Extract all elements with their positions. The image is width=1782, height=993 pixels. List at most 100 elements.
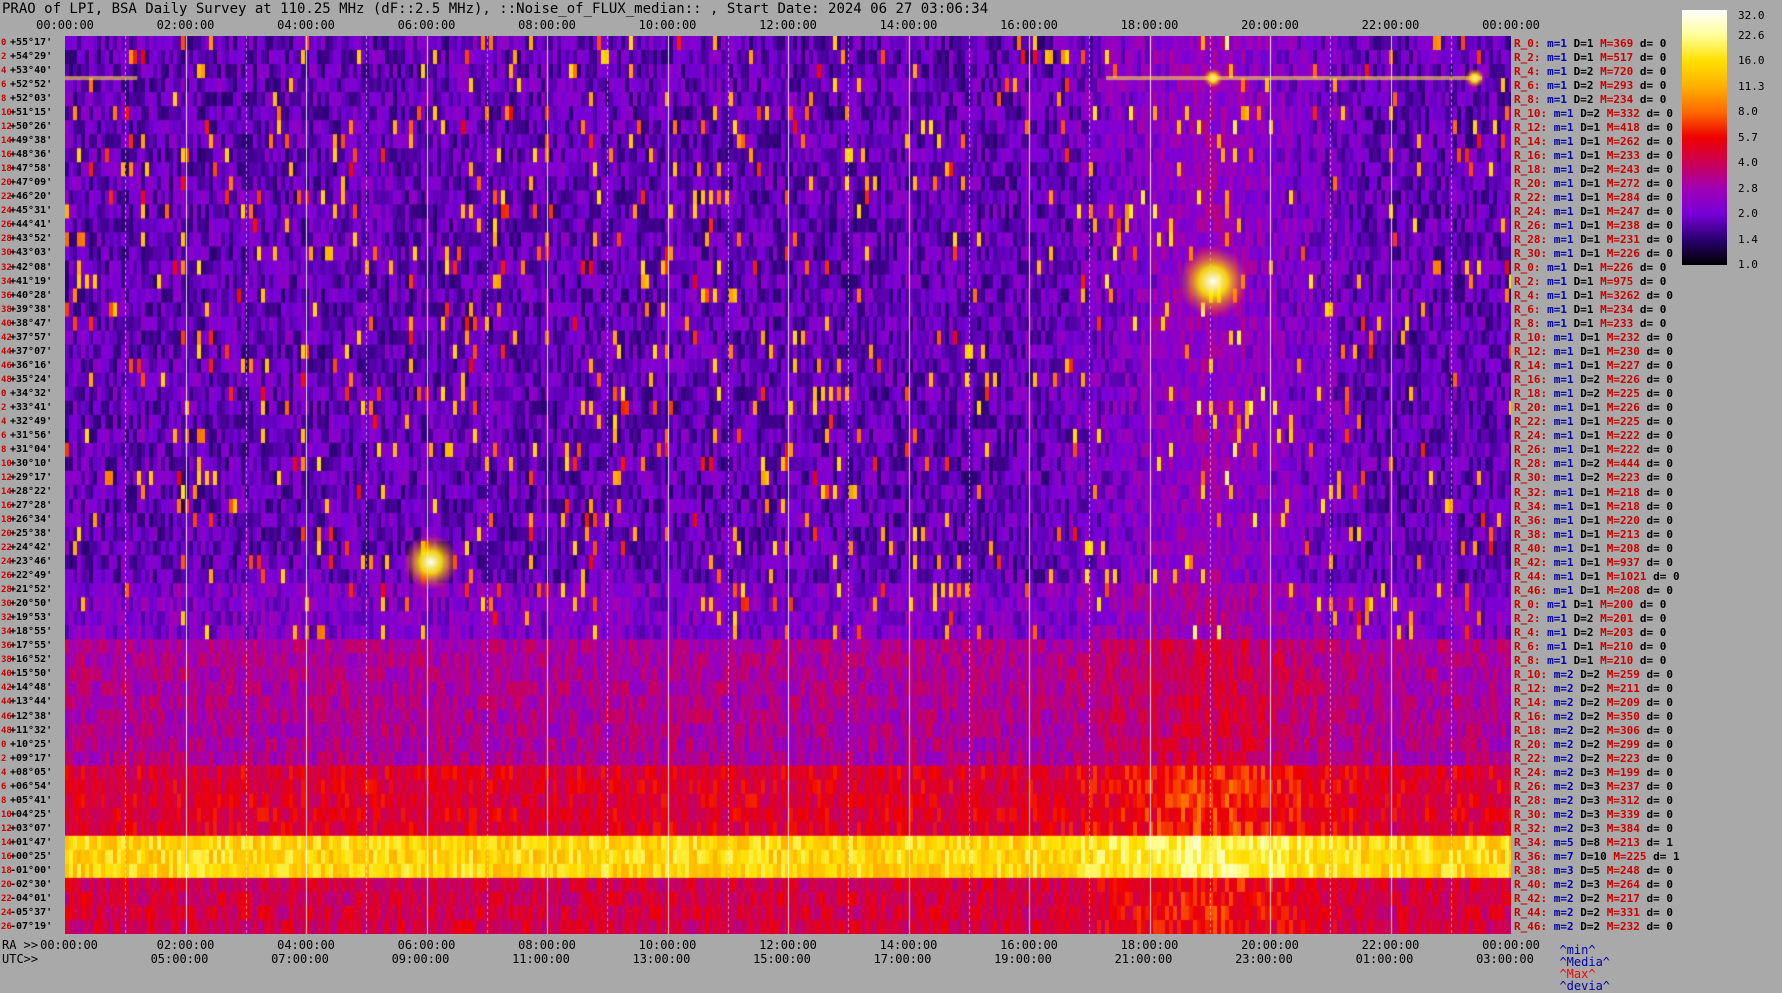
declination-label: 26 +44°41' <box>1 220 52 231</box>
beam-stat-M: M=217 <box>1606 892 1640 906</box>
beam-stat-D: D=1 <box>1580 541 1601 555</box>
utc-bottom-tick: 19:00:00 <box>994 952 1052 966</box>
beam-stat-d: d= 0 <box>1646 583 1674 597</box>
beam-stat-r: R_14: <box>1514 359 1548 373</box>
beam-stat-d: d= 0 <box>1646 429 1674 443</box>
beam-stat-r: R_22: <box>1514 190 1548 204</box>
utc-bottom-tick: 23:00:00 <box>1235 952 1293 966</box>
declination-label: 46 +12°38' <box>1 711 52 722</box>
row-index: 16 <box>1 501 12 512</box>
beam-stat-d: d= 0 <box>1646 794 1674 808</box>
beam-stat-r: R_22: <box>1514 752 1548 766</box>
beam-stat-m: m=2 <box>1553 766 1574 780</box>
declination-value: +15°50' <box>10 668 53 680</box>
beam-stat-row: R_22: m=1 D=1 M=284 d= 0 <box>1514 192 1673 203</box>
row-index: 34 <box>1 276 12 287</box>
declination-value: +47°09' <box>10 177 53 189</box>
beam-stat-M: M=225 <box>1606 387 1640 401</box>
beam-stat-row: R_2: m=1 D=1 M=517 d= 0 <box>1514 52 1666 63</box>
beam-stat-D: D=1 <box>1580 429 1601 443</box>
beam-stat-M: M=517 <box>1600 50 1634 64</box>
declination-value: +52°03' <box>10 93 53 105</box>
row-index: 46 <box>1 360 12 371</box>
ra-top-tick: 08:00:00 <box>518 18 576 32</box>
beam-stat-D: D=1 <box>1580 499 1601 513</box>
beam-stat-m: m=1 <box>1553 162 1574 176</box>
beam-stat-D: D=1 <box>1580 569 1601 583</box>
beam-stat-M: M=227 <box>1606 359 1640 373</box>
beam-stat-m: m=1 <box>1553 429 1574 443</box>
beam-stat-m: m=1 <box>1553 190 1574 204</box>
beam-stat-d: d= 0 <box>1646 246 1674 260</box>
beam-stat-M: M=306 <box>1606 724 1640 738</box>
ra-top-tick: 12:00:00 <box>759 18 817 32</box>
declination-label: 2 +54°29' <box>1 51 53 63</box>
beam-stat-M: M=232 <box>1606 331 1640 345</box>
row-index: 10 <box>1 809 12 820</box>
beam-stat-r: R_2: <box>1514 50 1541 64</box>
declination-label: 48 +11°32' <box>1 725 52 736</box>
declination-value: +24°42' <box>10 542 53 554</box>
utc-bottom-tick: 15:00:00 <box>753 952 811 966</box>
beam-stat-D: D=1 <box>1580 190 1601 204</box>
beam-stat-D: D=1 <box>1580 204 1601 218</box>
colorbar-tick: 2.0 <box>1738 207 1758 220</box>
beam-stat-M: M=238 <box>1606 218 1640 232</box>
declination-label: 24 +45°31' <box>1 206 52 217</box>
beam-stat-m: m=1 <box>1547 653 1567 667</box>
colorbar-tick: 22.6 <box>1738 28 1765 42</box>
declination-value: +20°50' <box>10 598 53 610</box>
beam-stat-D: D=1 <box>1580 513 1601 527</box>
beam-stat-m: m=1 <box>1547 611 1567 625</box>
row-index: 4 <box>1 416 7 427</box>
declination-label: 16 +48°36' <box>1 150 52 161</box>
beam-stat-r: R_14: <box>1514 134 1548 148</box>
ra-top-tick: 20:00:00 <box>1241 18 1299 32</box>
declination-label: 26 -07°19' <box>1 921 52 932</box>
declination-label: 0 +55°17' <box>1 38 52 49</box>
beam-stat-m: m=2 <box>1553 906 1574 920</box>
beam-stat-r: R_22: <box>1514 415 1548 429</box>
declination-value: +29°17' <box>10 471 53 483</box>
declination-label: 38 +39°38' <box>1 303 53 315</box>
declination-value: +39°38' <box>10 303 53 315</box>
beam-stat-d: d= 0 <box>1646 710 1674 724</box>
beam-stat-row: R_40: m=1 D=1 M=208 d= 0 <box>1514 543 1673 554</box>
declination-value: +36°16' <box>10 359 53 371</box>
beam-stat-D: D=2 <box>1580 106 1601 120</box>
utc-bottom-tick: 09:00:00 <box>391 952 450 966</box>
row-index: 44 <box>1 697 12 708</box>
declination-label: 22 -04°01' <box>1 892 53 904</box>
declination-label: 30 +43°03' <box>1 248 52 259</box>
row-index: 26 <box>1 921 12 932</box>
beam-stat-m: m=2 <box>1553 794 1574 808</box>
utc-bottom-tick: 05:00:00 <box>150 952 209 966</box>
declination-label: 10 +04°25' <box>1 809 52 820</box>
beam-stat-m: m=1 <box>1553 415 1574 429</box>
beam-stat-d: d= 0 <box>1646 667 1674 681</box>
beam-stat-row: R_32: m=1 D=1 M=218 d= 0 <box>1514 487 1673 498</box>
beam-stat-D: D=1 <box>1580 527 1601 541</box>
declination-value: +54°29' <box>10 51 53 63</box>
beam-stat-d: d= 0 <box>1646 499 1674 513</box>
beam-stat-row: R_12: m=2 D=2 M=211 d= 0 <box>1514 683 1673 694</box>
beam-stat-r: R_6: <box>1514 78 1541 92</box>
beam-stat-d: d= 0 <box>1639 639 1667 653</box>
beam-stat-m: m=1 <box>1553 373 1574 387</box>
declination-label: 42 +37°57' <box>1 332 52 343</box>
beam-stat-row: R_0: m=1 D=1 M=369 d= 0 <box>1514 38 1666 49</box>
beam-stat-row: R_2: m=1 D=2 M=201 d= 0 <box>1514 613 1666 624</box>
beam-stat-D: D=2 <box>1580 906 1601 920</box>
row-index: 28 <box>1 585 12 596</box>
row-index: 8 <box>1 94 7 105</box>
beam-stat-m: m=2 <box>1553 822 1574 836</box>
colorbar-tick: 5.7 <box>1738 130 1758 144</box>
beam-stat-M: M=243 <box>1606 162 1640 176</box>
beam-stat-m: m=1 <box>1553 555 1574 569</box>
declination-label: 22 +24°42' <box>1 542 53 554</box>
beam-stat-row: R_14: m=1 D=1 M=227 d= 0 <box>1514 360 1673 371</box>
beam-stat-d: d= 0 <box>1639 78 1667 92</box>
declination-label: 30 +20°50' <box>1 598 53 610</box>
beam-stat-m: m=1 <box>1553 106 1574 120</box>
declination-value: -04°01' <box>10 892 53 904</box>
